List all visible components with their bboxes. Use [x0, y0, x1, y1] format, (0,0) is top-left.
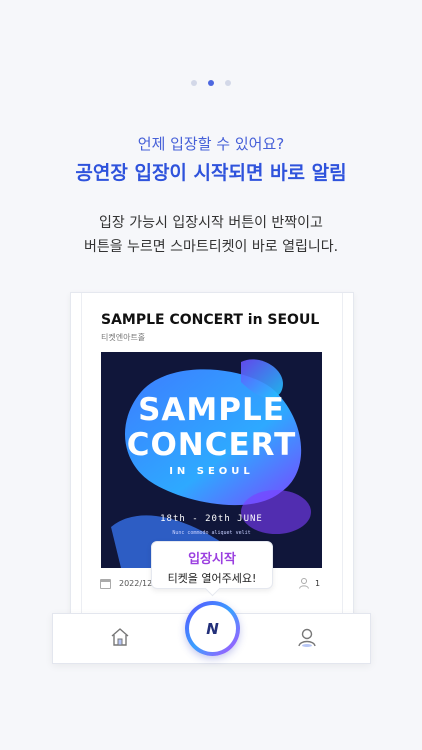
n-logo-icon: N — [206, 619, 219, 638]
ticket-count: 1 — [315, 579, 321, 588]
poster-line-3: IN SEOUL — [169, 466, 254, 477]
pagination-dot[interactable] — [191, 80, 197, 86]
page-description: 입장 가능시 입장시작 버튼이 반짝이고 버튼을 누르면 스마트티켓이 바로 열… — [0, 211, 422, 259]
ticket-date: 2022/12/ — [119, 579, 155, 588]
concert-title: SAMPLE CONCERT in SEOUL — [101, 312, 320, 328]
description-line-1: 입장 가능시 입장시작 버튼이 반짝이고 — [99, 215, 323, 231]
poster-line-1: SAMPLE — [138, 392, 285, 428]
card-edge-line — [81, 293, 82, 631]
venue-name: 티켓엔아트홀 — [101, 333, 146, 342]
poster-line-2: CONCERT — [126, 427, 297, 463]
concert-poster: SAMPLE CONCERT IN SEOUL 18th - 20th JUNE… — [101, 352, 322, 568]
person-icon[interactable] — [296, 626, 318, 648]
tooltip-subtitle: 티켓을 열어주세요! — [167, 572, 257, 585]
page-subtitle: 언제 입장할 수 있어요? — [137, 135, 285, 153]
calendar-icon — [100, 579, 111, 589]
description-line-2: 버튼을 누르면 스마트티켓이 바로 열립니다. — [83, 239, 339, 255]
pagination-dot[interactable] — [225, 80, 231, 86]
poster-small-text: Nunc commodo aliquet velit — [172, 530, 251, 536]
tooltip-title: 입장시작 — [188, 552, 236, 567]
page-title: 공연장 입장이 시작되면 바로 알림 — [75, 162, 347, 184]
pagination-dot-active[interactable] — [208, 80, 214, 86]
entry-start-tooltip: 입장시작 티켓을 열어주세요! — [151, 541, 273, 589]
pagination-dots — [0, 80, 422, 86]
poster-dates: 18th - 20th JUNE — [160, 514, 263, 524]
card-edge-line — [342, 293, 343, 631]
center-button-inner: N — [189, 605, 236, 652]
entry-start-button[interactable]: N — [185, 601, 240, 656]
person-icon — [299, 578, 309, 589]
home-icon[interactable] — [109, 626, 131, 648]
